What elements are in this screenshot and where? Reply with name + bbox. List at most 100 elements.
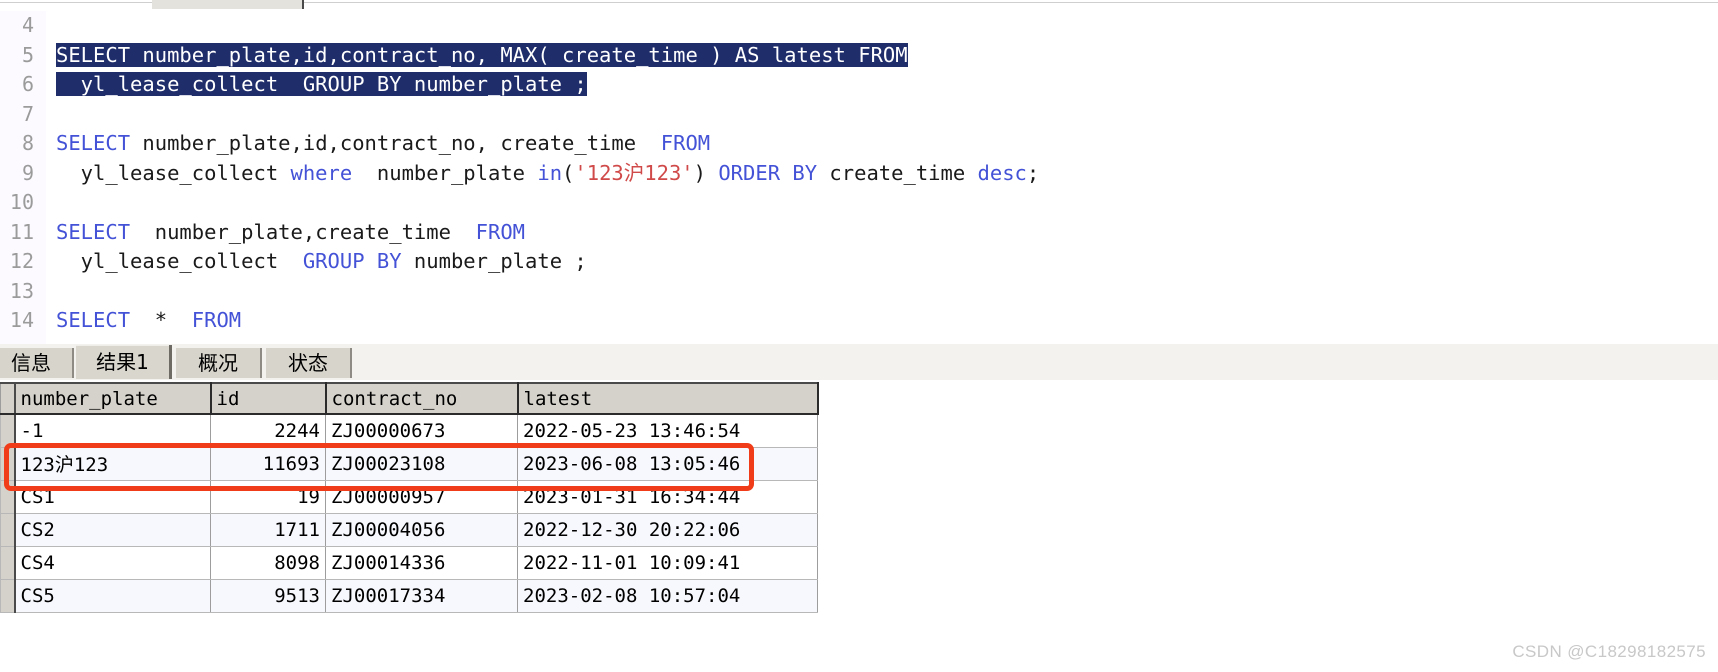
tab-status[interactable]: 状态: [266, 348, 352, 378]
cell-latest[interactable]: 2022-12-30 20:22:06: [517, 512, 818, 547]
code-line[interactable]: 5 SELECT number_plate,id,contract_no, MAX…: [0, 41, 1718, 71]
code-token: SELECT number_plate,id,contract_no, MAX(…: [56, 42, 908, 67]
cell-latest[interactable]: 2023-06-08 13:05:46: [517, 446, 818, 481]
code-token: number_plate,id,contract_no, create_time: [130, 131, 661, 155]
line-number: 7: [21, 101, 34, 126]
column-header-id[interactable]: id: [210, 382, 327, 415]
code-token: GROUP BY: [302, 249, 402, 273]
cell-number-plate[interactable]: -1: [14, 413, 211, 448]
line-number: 9: [21, 160, 34, 185]
cell-id[interactable]: 2244: [210, 413, 326, 448]
code-line-text: yl_lease_collect GROUP BY number_plate ;: [56, 247, 587, 277]
cell-contract-no[interactable]: ZJ00000957: [325, 479, 518, 514]
table-row[interactable]: CS4 8098 ZJ00014336 2022-11-01 10:09:41: [0, 545, 818, 580]
code-token: ;: [1026, 160, 1040, 185]
line-number: 8: [21, 131, 34, 155]
cell-number-plate[interactable]: CS2: [14, 512, 211, 547]
code-line-text: yl_lease_collect where number_plate in('…: [56, 159, 1040, 189]
tab-info[interactable]: 信息: [0, 348, 74, 378]
cell-contract-no[interactable]: ZJ00017334: [325, 578, 518, 613]
cell-latest[interactable]: 2022-11-01 10:09:41: [517, 545, 818, 580]
cell-contract-no[interactable]: ZJ00014336: [325, 545, 518, 580]
code-token: (: [562, 160, 575, 185]
line-number: 4: [21, 13, 34, 37]
line-number: 13: [9, 278, 34, 303]
table-row[interactable]: CS2 1711 ZJ00004056 2022-12-30 20:22:06: [0, 512, 818, 547]
cell-number-plate[interactable]: 123沪123: [14, 446, 211, 481]
code-line[interactable]: 9 yl_lease_collect where number_plate in…: [0, 159, 1718, 189]
cell-id[interactable]: 19: [210, 479, 326, 514]
watermark: CSDN @C18298182575: [1512, 642, 1706, 661]
row-handle[interactable]: [0, 446, 16, 481]
cell-contract-no[interactable]: ZJ00000673: [325, 413, 518, 448]
cell-id[interactable]: 1711: [210, 512, 326, 547]
table-row[interactable]: CS1 19 ZJ00000957 2023-01-31 16:34:44: [0, 479, 818, 514]
cell-latest[interactable]: 2023-01-31 16:34:44: [517, 479, 818, 514]
tab-profile[interactable]: 概况: [176, 348, 262, 378]
code-line[interactable]: 8 SELECT number_plate,id,contract_no, cre…: [0, 129, 1718, 159]
column-header-latest[interactable]: latest: [517, 382, 819, 415]
cell-id[interactable]: 9513: [210, 578, 326, 613]
cell-number-plate[interactable]: CS4: [14, 545, 211, 580]
code-token: SELECT: [56, 131, 131, 155]
row-handle[interactable]: [0, 545, 16, 580]
code-token: '123沪123': [574, 160, 694, 185]
row-handle[interactable]: [0, 413, 16, 448]
code-area[interactable]: 4 5 SELECT number_plate,id,contract_no, MA…: [0, 11, 1718, 336]
table-row[interactable]: -1 2244 ZJ00000673 2022-05-23 13:46:54: [0, 413, 818, 448]
result-table: number_plate id contract_no latest -1 224…: [0, 382, 819, 613]
code-line[interactable]: 6 yl_lease_collect GROUP BY number_plate…: [0, 70, 1718, 100]
code-line[interactable]: 11 SELECT number_plate,create_time FROM: [0, 218, 1718, 248]
result-table-body: -1 2244 ZJ00000673 2022-05-23 13:46:54 123沪1…: [0, 413, 818, 613]
code-token: FROM: [475, 219, 526, 244]
code-token: FROM: [660, 131, 711, 155]
cell-latest[interactable]: 2023-02-08 10:57:04: [517, 578, 818, 613]
tab-result1[interactable]: 结果1: [76, 345, 172, 379]
toolbar-active-tab-stub[interactable]: [152, 0, 304, 9]
line-number: 14: [9, 308, 34, 332]
line-number: 11: [9, 219, 34, 244]
result-grid[interactable]: number_plate id contract_no latest -1 224…: [0, 382, 820, 672]
tab-profile-label: 概况: [198, 351, 238, 375]
code-line-text: SELECT * FROM: [56, 306, 241, 336]
code-line[interactable]: 10: [0, 188, 1718, 218]
code-token: in: [537, 160, 563, 185]
code-line[interactable]: 12 yl_lease_collect GROUP BY number_plat…: [0, 247, 1718, 277]
toolbar-divider-right: [304, 2, 1718, 3]
code-line-text: SELECT number_plate,id,contract_no, crea…: [56, 129, 710, 159]
code-line[interactable]: 13: [0, 277, 1718, 307]
cell-id[interactable]: 11693: [210, 446, 326, 481]
code-token: ORDER BY: [718, 160, 818, 185]
code-token: ): [693, 160, 719, 185]
line-number: 12: [9, 249, 34, 273]
column-header-number-plate[interactable]: number_plate: [14, 382, 212, 415]
tab-info-label: 信息: [11, 351, 51, 375]
cell-contract-no[interactable]: ZJ00023108: [325, 446, 518, 481]
cell-id[interactable]: 8098: [210, 545, 326, 580]
row-handle-header: [0, 382, 16, 415]
cell-number-plate[interactable]: CS1: [14, 479, 211, 514]
code-line[interactable]: 14 SELECT * FROM: [0, 306, 1718, 336]
code-line[interactable]: 4: [0, 11, 1718, 41]
line-number: 10: [9, 190, 34, 214]
line-number: 5: [21, 42, 34, 67]
code-token: yl_lease_collect: [56, 249, 303, 273]
code-token: where: [290, 160, 353, 185]
code-token: SELECT: [56, 219, 131, 244]
cell-contract-no[interactable]: ZJ00004056: [325, 512, 518, 547]
result-table-head: number_plate id contract_no latest: [0, 382, 819, 415]
table-header-row: number_plate id contract_no latest: [0, 382, 819, 415]
code-line[interactable]: 7: [0, 100, 1718, 130]
table-row[interactable]: CS5 9513 ZJ00017334 2023-02-08 10:57:04: [0, 578, 818, 613]
cell-number-plate[interactable]: CS5: [14, 578, 211, 613]
code-line-text: yl_lease_collect GROUP BY number_plate ;: [56, 70, 587, 100]
row-handle[interactable]: [0, 578, 16, 613]
column-header-contract-no[interactable]: contract_no: [325, 382, 519, 415]
table-row[interactable]: 123沪123 11693 ZJ00023108 2023-06-08 13:05:4…: [0, 446, 818, 481]
tab-result1-label: 结果1: [96, 350, 149, 374]
sql-editor[interactable]: 4 5 SELECT number_plate,id,contract_no, MA…: [0, 11, 1718, 345]
cell-latest[interactable]: 2022-05-23 13:46:54: [517, 413, 818, 448]
row-handle[interactable]: [0, 512, 16, 547]
row-handle[interactable]: [0, 479, 16, 514]
code-token: create_time: [817, 160, 978, 185]
